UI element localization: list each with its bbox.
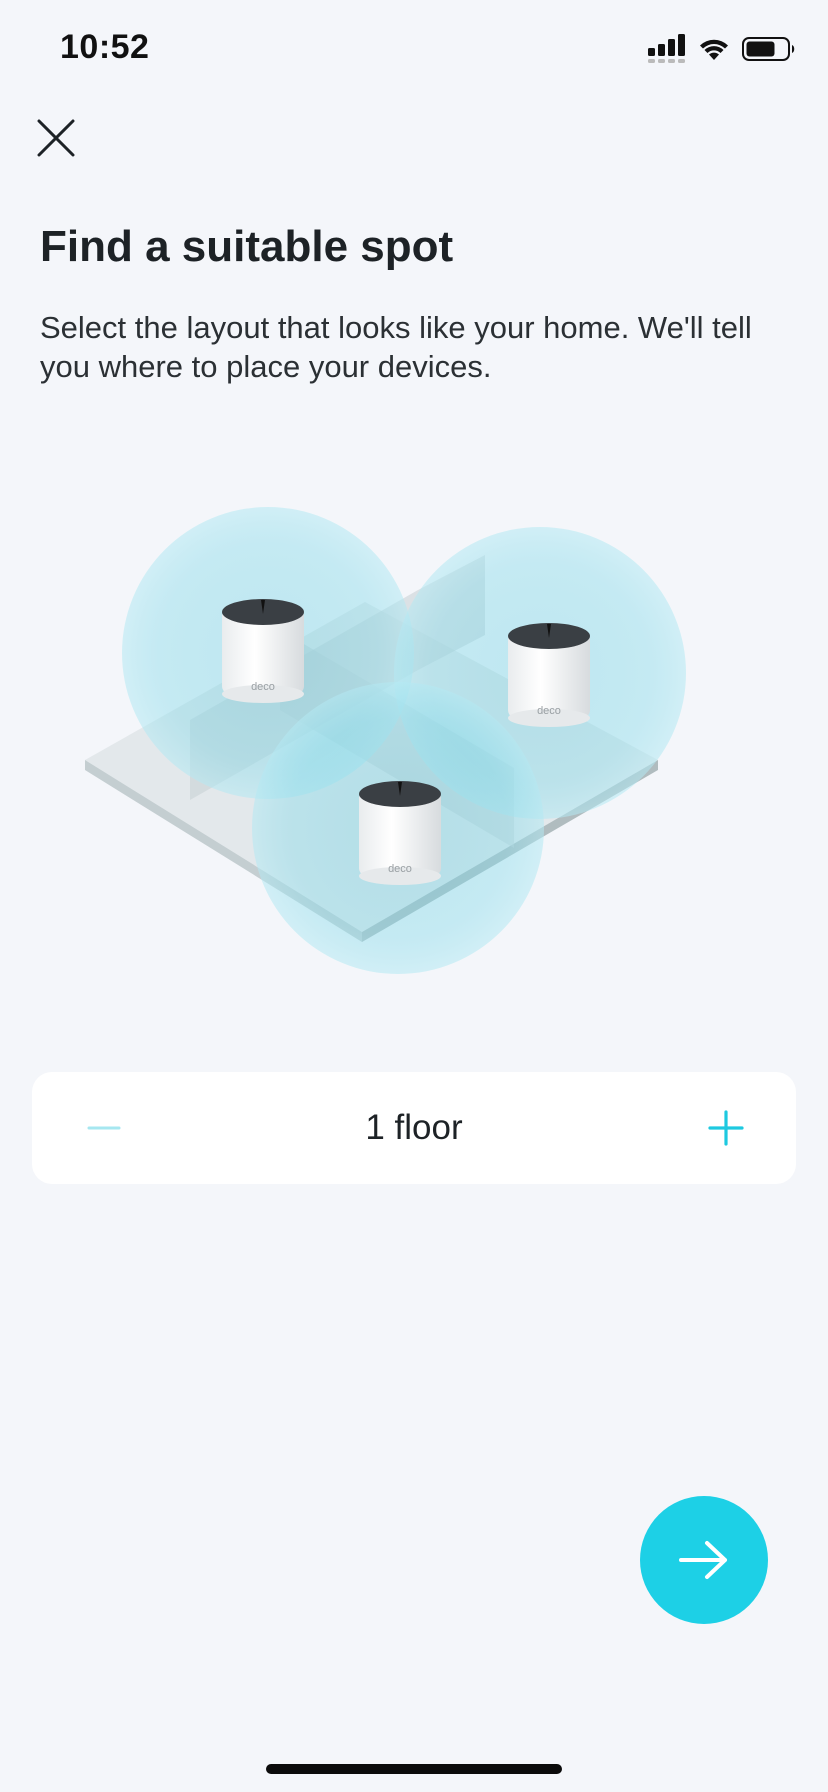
- home-indicator[interactable]: [266, 1764, 562, 1774]
- status-time: 10:52: [60, 28, 150, 66]
- plus-icon: [708, 1110, 744, 1146]
- floor-stepper: 1 floor: [32, 1072, 796, 1184]
- deco-device-2: deco: [508, 623, 590, 727]
- cellular-signal-icon: [648, 34, 685, 63]
- battery-icon: [742, 37, 795, 61]
- next-button[interactable]: [640, 1496, 768, 1624]
- arrow-right-icon: [679, 1541, 727, 1579]
- deco-device-3: deco: [359, 781, 441, 885]
- deco-logo: deco: [537, 705, 561, 717]
- close-icon: [37, 119, 75, 157]
- page-title: Find a suitable spot: [40, 222, 454, 271]
- floor-count-value: 1 floor: [365, 1108, 463, 1147]
- deco-logo: deco: [251, 681, 275, 693]
- deco-logo: deco: [388, 863, 412, 875]
- deco-device-1: deco: [222, 599, 304, 703]
- status-bar: 10:52: [0, 0, 828, 100]
- home-layout-illustration: deco deco deco: [85, 507, 686, 974]
- status-icons: [648, 34, 796, 64]
- coverage-bubbles: [122, 507, 686, 974]
- screen: 10:52 Find a suitable spot Select the la…: [0, 0, 828, 1792]
- wifi-icon: [700, 39, 728, 60]
- increase-floor-button[interactable]: [698, 1100, 754, 1156]
- page-description: Select the layout that looks like your h…: [40, 310, 752, 384]
- close-button[interactable]: [30, 112, 82, 164]
